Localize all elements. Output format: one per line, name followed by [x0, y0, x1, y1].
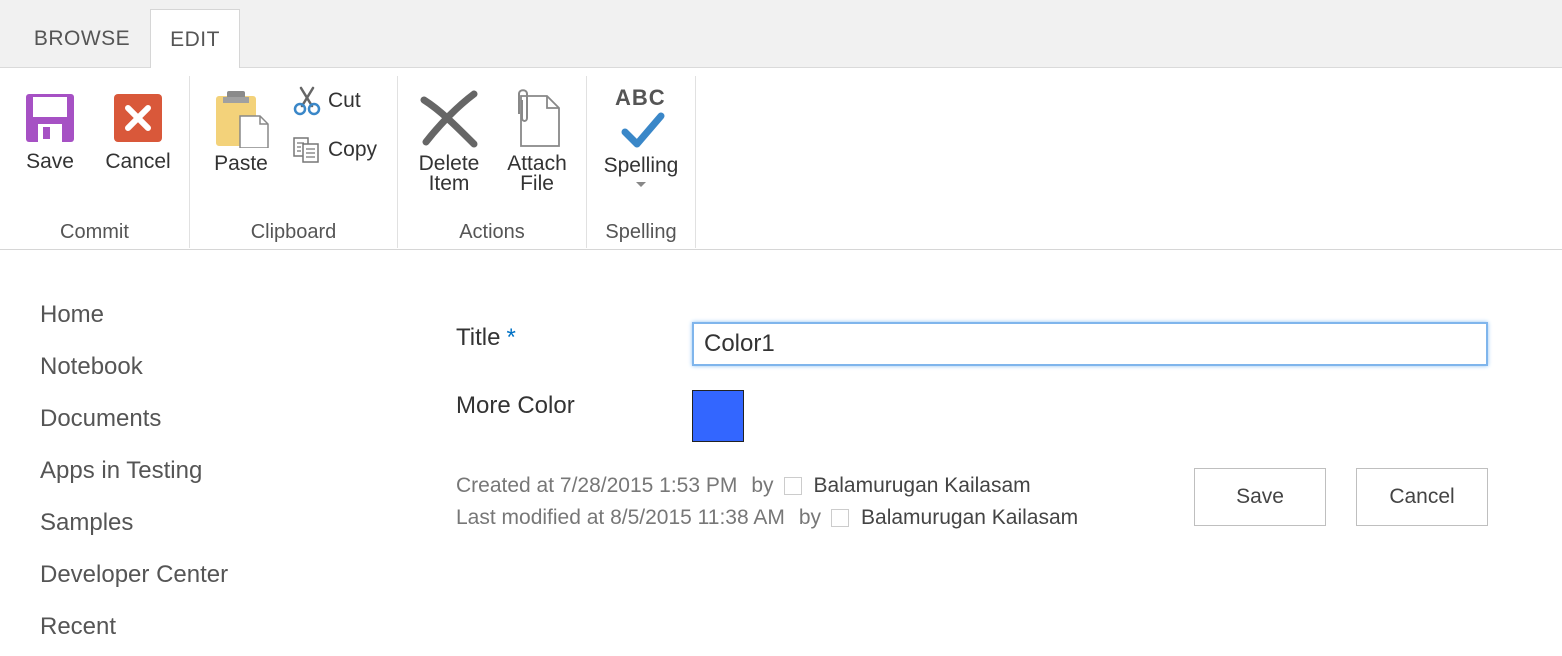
ribbon-cut-label: Cut	[328, 89, 361, 112]
modified-by-text: by	[798, 506, 822, 529]
copy-icon	[293, 137, 319, 163]
color-swatch[interactable]	[692, 390, 744, 442]
nav-item-recent[interactable]: Recent	[40, 604, 360, 656]
ribbon-cancel-label: Cancel	[105, 150, 171, 173]
tab-edit[interactable]: EDIT	[150, 9, 240, 69]
paste-icon	[216, 91, 269, 148]
cut-icon	[293, 86, 321, 116]
ribbon-group-spelling: ABC Spelling Spelling	[587, 76, 695, 248]
title-field-label: Title *	[456, 324, 516, 352]
ribbon-attach-file-button[interactable]: Attach File	[500, 88, 574, 194]
ribbon: Save Cancel Commit Paste Cut Copy Clipbo…	[0, 68, 1562, 250]
ribbon-divider	[695, 76, 696, 248]
ribbon-group-label-clipboard: Clipboard	[250, 221, 337, 243]
ribbon-cancel-button[interactable]: Cancel	[100, 92, 176, 172]
ribbon-save-label: Save	[26, 150, 74, 173]
attach-file-icon	[518, 89, 560, 147]
ribbon-spelling-button[interactable]: ABC Spelling	[595, 87, 687, 187]
form-save-button[interactable]: Save	[1194, 468, 1326, 526]
created-info: Created at 7/28/2015 1:53 PM by Balamuru…	[456, 474, 1031, 498]
ribbon-delete-label-1: Delete	[418, 152, 480, 175]
ribbon-paste-label: Paste	[214, 152, 268, 175]
nav-item-home[interactable]: Home	[40, 292, 360, 344]
delete-icon	[420, 90, 478, 148]
required-mark: *	[506, 324, 516, 351]
form-cancel-button[interactable]: Cancel	[1356, 468, 1488, 526]
chevron-down-icon	[636, 182, 646, 187]
spelling-icon: ABC	[611, 87, 671, 152]
ribbon-copy-label: Copy	[328, 138, 378, 161]
nav-item-developer-center[interactable]: Developer Center	[40, 552, 360, 604]
tab-browse[interactable]: BROWSE	[18, 9, 146, 69]
ribbon-group-actions: Delete Item Attach File Actions	[398, 76, 586, 248]
ribbon-group-label-spelling: Spelling	[605, 221, 677, 243]
ribbon-spelling-label: Spelling	[603, 154, 679, 177]
ribbon-group-label-actions: Actions	[459, 221, 525, 243]
created-text: Created at 7/28/2015 1:53 PM	[456, 474, 738, 497]
ribbon-cut-button[interactable]: Cut	[292, 86, 361, 116]
title-input[interactable]	[692, 322, 1488, 366]
presence-indicator-icon	[783, 477, 802, 495]
ribbon-copy-button[interactable]: Copy	[292, 136, 377, 164]
created-by-user[interactable]: Balamurugan Kailasam	[814, 474, 1031, 498]
quick-launch-nav: Home Notebook Documents Apps in Testing …	[40, 292, 360, 656]
ribbon-attach-label-2: File	[520, 172, 554, 195]
ribbon-attach-label-1: Attach	[507, 152, 567, 175]
nav-item-notebook[interactable]: Notebook	[40, 344, 360, 396]
ribbon-delete-item-button[interactable]: Delete Item	[412, 88, 486, 194]
ribbon-save-button[interactable]: Save	[18, 92, 82, 172]
title-label-text: Title	[456, 324, 501, 351]
nav-item-documents[interactable]: Documents	[40, 396, 360, 448]
modified-info: Last modified at 8/5/2015 11:38 AM by Ba…	[456, 506, 1078, 530]
save-icon	[26, 94, 74, 142]
cancel-icon	[114, 94, 162, 142]
created-by-text: by	[751, 474, 774, 497]
ribbon-group-label-commit: Commit	[60, 221, 129, 243]
nav-item-samples[interactable]: Samples	[40, 500, 360, 552]
presence-indicator-icon	[831, 509, 850, 527]
ribbon-group-commit: Save Cancel Commit	[0, 76, 189, 248]
nav-item-apps-in-testing[interactable]: Apps in Testing	[40, 448, 360, 500]
ribbon-group-clipboard: Paste Cut Copy Clipboard	[190, 76, 397, 248]
ribbon-tab-bar: BROWSE EDIT	[0, 0, 1562, 69]
more-color-field-label: More Color	[456, 392, 575, 419]
modified-text: Last modified at 8/5/2015 11:38 AM	[456, 506, 785, 529]
modified-by-user[interactable]: Balamurugan Kailasam	[861, 506, 1078, 530]
ribbon-paste-button[interactable]: Paste	[210, 88, 272, 174]
ribbon-delete-label-2: Item	[428, 172, 470, 195]
